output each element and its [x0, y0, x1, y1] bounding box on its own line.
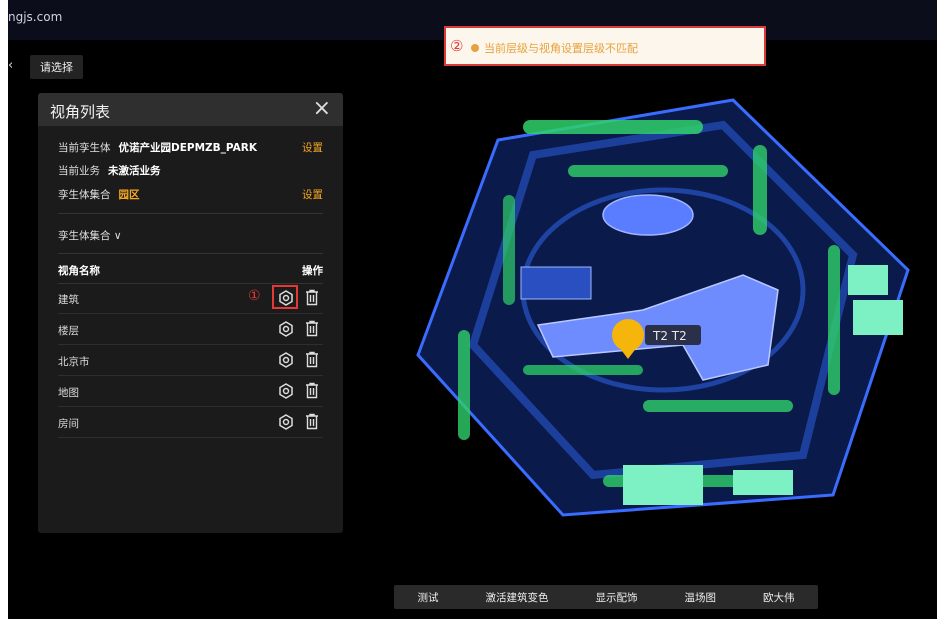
view-name: 地图	[58, 387, 79, 399]
green-building	[848, 265, 888, 295]
view-name: 楼层	[58, 325, 79, 337]
panel-title: 视角列表	[50, 103, 111, 121]
trash-icon[interactable]	[304, 351, 320, 368]
gear-icon[interactable]	[278, 414, 294, 430]
warning-text: 当前层级与视角设置层级不匹配	[484, 42, 638, 55]
trash-icon[interactable]	[304, 382, 320, 399]
bottom-button-heatmap[interactable]: 温场图	[685, 590, 717, 605]
view-name: 房间	[58, 418, 79, 430]
annotation-marker-1: ①	[248, 288, 261, 304]
gear-icon[interactable]	[278, 290, 294, 306]
warning-message: ② 当前层级与视角设置层级不匹配	[444, 26, 766, 66]
view-row[interactable]: 北京市	[58, 345, 323, 376]
view-name: 北京市	[58, 356, 90, 368]
bottom-toolbar: 测试 激活建筑变色 显示配饰 温场图 欧大伟	[394, 585, 818, 609]
twin-set-value: 园区	[118, 189, 140, 201]
bottom-button-user[interactable]: 欧大伟	[763, 590, 795, 605]
col-view-name: 视角名称	[58, 265, 100, 277]
view-row[interactable]: 房间	[58, 407, 323, 438]
view-name: 建筑	[58, 294, 79, 306]
view-list-panel: 视角列表 × 当前孪生体 优诺产业园DEPMZB_PARK 设置 当前业务 未激…	[38, 93, 343, 533]
current-twin-row: 当前孪生体 优诺产业园DEPMZB_PARK	[58, 140, 257, 155]
bottom-button-show-accessories[interactable]: 显示配饰	[596, 590, 638, 605]
view-row[interactable]: 建筑 ①	[58, 283, 323, 314]
divider	[58, 213, 323, 214]
collection-toggle[interactable]: 孪生体集合 ∨	[58, 228, 122, 243]
url-text: ngjs.com	[8, 10, 63, 24]
select-button[interactable]: 请选择	[30, 55, 83, 79]
twin-set-label: 孪生体集合	[58, 189, 111, 201]
current-business-row: 当前业务 未激活业务	[58, 163, 161, 178]
green-building	[853, 300, 903, 335]
gear-icon[interactable]	[278, 321, 294, 337]
warning-icon	[471, 44, 479, 52]
green-building	[623, 465, 703, 505]
close-icon[interactable]: ×	[313, 96, 331, 122]
dome-building	[602, 194, 694, 236]
marker-pin-icon[interactable]	[612, 319, 644, 351]
gear-icon[interactable]	[278, 383, 294, 399]
current-business-value: 未激活业务	[108, 165, 161, 177]
gear-icon[interactable]	[278, 352, 294, 368]
view-row[interactable]: 楼层	[58, 314, 323, 345]
panel-header: 视角列表 ×	[38, 93, 343, 126]
twin-setting-link[interactable]: 设置	[302, 140, 323, 155]
divider	[58, 253, 323, 254]
current-twin-label: 当前孪生体	[58, 142, 111, 154]
trash-icon[interactable]	[304, 413, 320, 430]
app-window: ngjs.com ‹ 请选择 视角列表 × 当前孪生体 优诺产业园DEPMZB_…	[8, 0, 937, 619]
trash-icon[interactable]	[304, 320, 320, 337]
green-building	[733, 470, 793, 495]
park-3d-scene[interactable]: T2 T2	[413, 95, 913, 525]
annotation-marker-2: ②	[450, 37, 464, 55]
grandstand	[520, 266, 592, 300]
marker-label: T2 T2	[652, 329, 687, 343]
bottom-button-test[interactable]: 测试	[418, 590, 439, 605]
view-row[interactable]: 地图	[58, 376, 323, 407]
current-twin-value: 优诺产业园DEPMZB_PARK	[118, 142, 257, 154]
twin-set-row: 孪生体集合 园区	[58, 187, 140, 202]
current-business-label: 当前业务	[58, 165, 100, 177]
bottom-button-activate-color[interactable]: 激活建筑变色	[486, 590, 549, 605]
trash-icon[interactable]	[304, 289, 320, 306]
col-action: 操作	[302, 265, 323, 277]
twin-set-setting-link[interactable]: 设置	[302, 187, 323, 202]
back-button[interactable]: ‹	[8, 58, 13, 73]
